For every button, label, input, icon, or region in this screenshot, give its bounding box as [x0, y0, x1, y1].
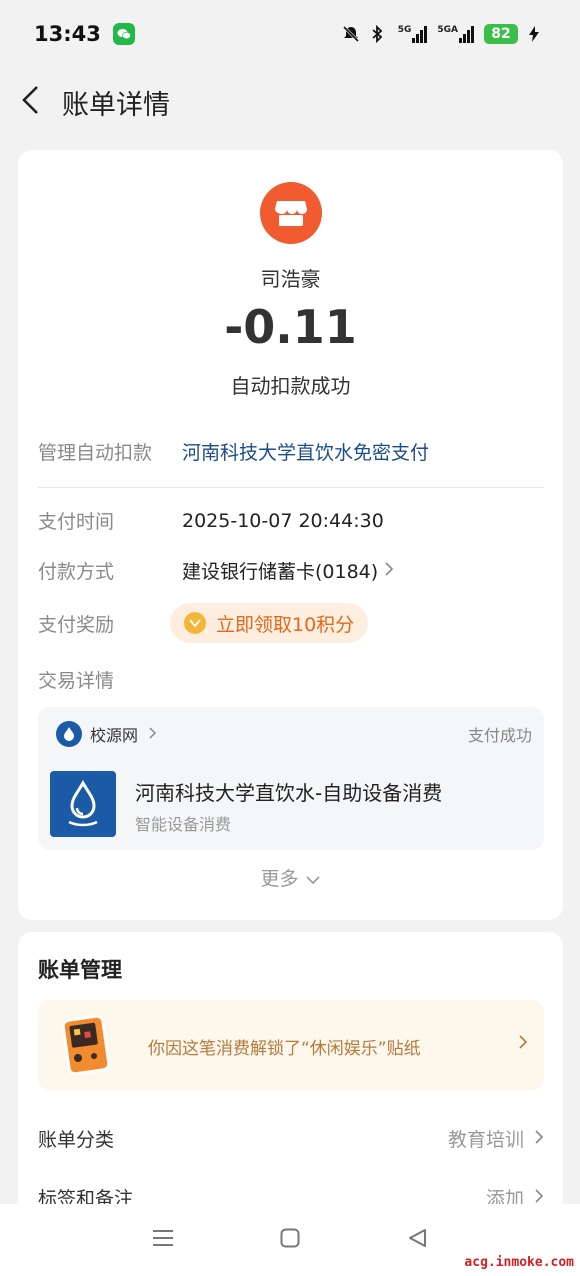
sticker-text: 你因这笔消费解锁了“休闲娱乐”贴纸: [148, 1039, 421, 1059]
coin-icon: [184, 612, 206, 634]
network-label-1: 5G: [397, 25, 412, 35]
transaction-status: 支付成功: [467, 726, 532, 745]
pay-method-label: 付款方式: [38, 561, 115, 583]
mute-bell-icon: [342, 25, 360, 43]
category-row[interactable]: 账单分类 教育培训: [38, 1125, 544, 1152]
home-square-icon: [280, 1228, 300, 1252]
water-drop-icon: [50, 771, 116, 837]
pay-time-label: 支付时间: [38, 511, 115, 533]
page-title: 账单详情: [62, 89, 170, 121]
chevron-down-icon: [305, 868, 321, 890]
menu-icon: [152, 1229, 174, 1251]
network-label-2: 5GA: [437, 25, 458, 35]
category-value: 教育培训: [447, 1129, 524, 1151]
transaction-box[interactable]: 校源网 支付成功 河南科技大学直饮水-自助设备消费 智能设备消费: [38, 707, 544, 850]
section-title: 账单管理: [38, 958, 122, 982]
pay-method-row[interactable]: 付款方式 建设银行储蓄卡(0184): [38, 557, 548, 584]
source-name: 校源网: [90, 726, 139, 745]
payment-status: 自动扣款成功: [230, 374, 351, 398]
category-label: 账单分类: [38, 1129, 115, 1151]
item-title: 河南科技大学直饮水-自助设备消费: [135, 781, 443, 805]
transaction-source[interactable]: 校源网 支付成功: [56, 721, 532, 747]
merchant-name: 司浩豪: [260, 267, 321, 291]
reward-label: 支付奖励: [38, 613, 115, 636]
back-button[interactable]: [0, 70, 60, 134]
chevron-left-icon: [21, 85, 39, 119]
status-time: 13:43: [34, 22, 101, 46]
water-drop-icon: [56, 721, 82, 747]
watermark: acg.inmoke.com: [464, 1255, 574, 1270]
back-nav-button[interactable]: [397, 1220, 437, 1260]
chevron-right-icon: [384, 561, 394, 581]
more-button[interactable]: 更多: [18, 864, 563, 891]
bill-management-card: 账单管理 你因这笔消费解锁了“休闲娱乐”贴纸 账单分类 教育培训 标签和备注 添…: [18, 932, 563, 1232]
back-triangle-icon: [407, 1228, 427, 1252]
reward-value: 立即领取10积分: [216, 613, 355, 636]
bluetooth-icon: [370, 24, 388, 44]
bill-detail-card: 司浩豪 -0.11 自动扣款成功 管理自动扣款 河南科技大学直饮水免密支付 支付…: [18, 150, 563, 920]
status-bar: 13:43 5G 5GA 82: [0, 0, 580, 68]
signal-5g-icon: 5G: [398, 25, 428, 43]
auto-debit-row: 管理自动扣款 河南科技大学直饮水免密支付: [38, 438, 548, 465]
more-label: 更多: [260, 868, 299, 890]
header: 账单详情: [0, 70, 580, 134]
pay-time-row: 支付时间 2025-10-07 20:44:30: [38, 507, 548, 534]
wechat-icon: [112, 23, 135, 45]
txn-detail-label: 交易详情: [38, 670, 115, 692]
charging-icon: [528, 25, 546, 43]
pay-method-value[interactable]: 建设银行储蓄卡(0184): [182, 557, 378, 584]
sticker-banner[interactable]: 你因这笔消费解锁了“休闲娱乐”贴纸: [38, 1000, 544, 1090]
txn-detail-row: 交易详情: [38, 666, 548, 693]
amount: -0.11: [224, 300, 357, 354]
item-subtitle: 智能设备消费: [135, 815, 232, 834]
chevron-right-icon: [148, 725, 157, 744]
divider: [38, 487, 544, 488]
menu-button[interactable]: [143, 1220, 183, 1260]
battery-icon: 82: [484, 24, 518, 44]
claim-points-button[interactable]: 立即领取10积分: [170, 603, 369, 643]
chevron-right-icon: [534, 1128, 544, 1150]
home-button[interactable]: [270, 1220, 310, 1260]
chevron-right-icon: [518, 1034, 528, 1054]
auto-debit-link[interactable]: 河南科技大学直饮水免密支付: [182, 438, 429, 465]
auto-debit-label: 管理自动扣款: [38, 442, 153, 464]
store-icon: [260, 182, 322, 244]
pay-time-value: 2025-10-07 20:44:30: [182, 509, 384, 532]
reward-row: 支付奖励 立即领取10积分: [38, 603, 548, 643]
signal-5ga-icon: 5GA: [437, 25, 474, 43]
game-console-sticker-icon: [56, 1012, 116, 1078]
